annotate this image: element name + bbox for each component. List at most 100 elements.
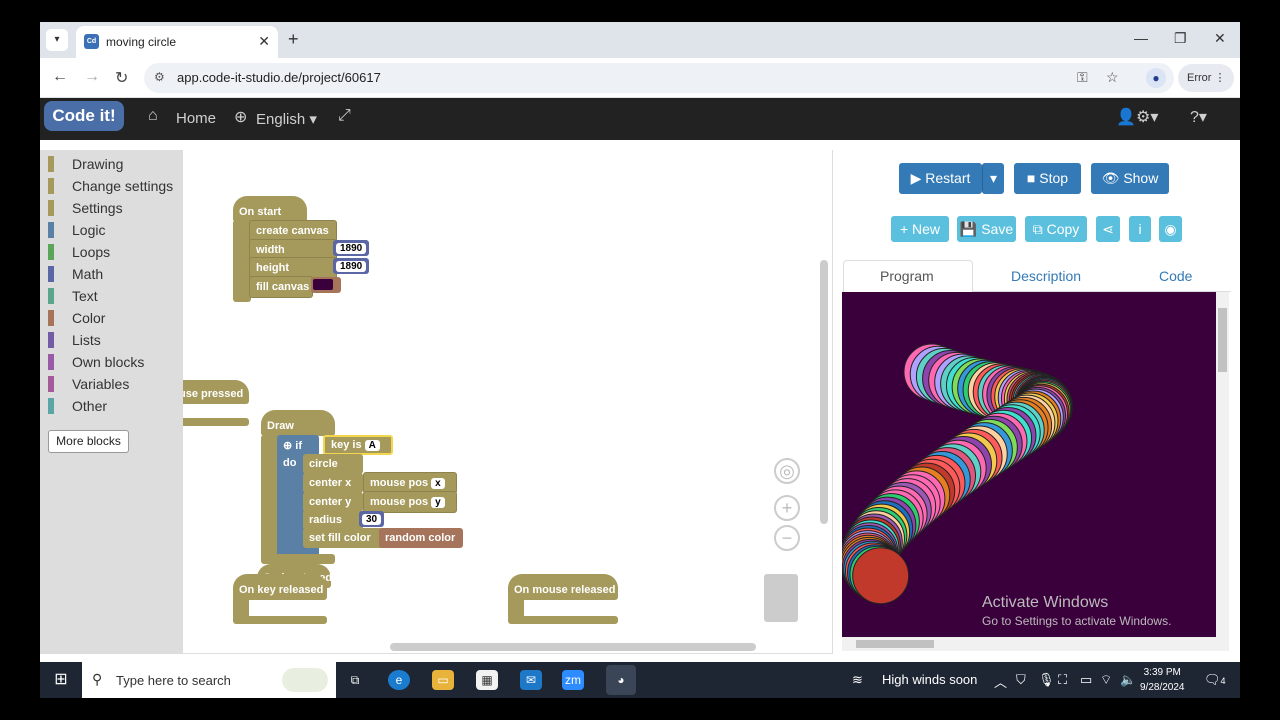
zoom-out-icon[interactable]: − (774, 525, 800, 551)
share-icon[interactable]: ⋖ (1096, 216, 1120, 242)
mouse-pos-y-block[interactable]: mouse pos y (363, 491, 457, 513)
browser-tab[interactable]: Cd moving circle ✕ (76, 26, 278, 58)
blockly-workspace[interactable]: On start create canvas width 1890 height… (183, 150, 833, 654)
code-it-logo[interactable]: Code it! (44, 101, 124, 131)
workspace-vertical-scrollbar[interactable] (820, 260, 828, 524)
reload-icon[interactable]: ↻ (115, 68, 128, 88)
help-icon[interactable]: ?▾ (1190, 107, 1207, 127)
battery-icon[interactable]: ▭ (1080, 672, 1092, 688)
search-placeholder[interactable]: Type here to search (116, 673, 231, 688)
more-blocks-button[interactable]: More blocks (48, 430, 129, 453)
tab-code[interactable]: Code (1159, 268, 1192, 284)
tab-search-chevron-icon[interactable]: ▾ (46, 29, 68, 51)
fill-color-block[interactable] (311, 277, 341, 293)
canvas-horizontal-scrollbar[interactable] (842, 637, 1229, 651)
nav-home[interactable]: Home (176, 110, 216, 127)
on-start-block[interactable]: On start (233, 196, 307, 222)
zoom-icon[interactable]: zm (562, 670, 584, 690)
height-value[interactable]: 1890 (336, 261, 367, 272)
home-icon[interactable]: ⌂ (148, 107, 158, 125)
weather-icon[interactable]: ≋ (852, 672, 863, 688)
key-dropdown[interactable]: A (364, 440, 380, 451)
back-icon[interactable]: ← (52, 68, 68, 86)
weather-text[interactable]: High winds soon (882, 672, 977, 687)
trash-icon[interactable] (764, 574, 798, 622)
restart-button[interactable]: ▶ Restart (899, 163, 982, 194)
task-view-icon[interactable]: ⧉ (344, 670, 366, 690)
chrome-icon[interactable]: ◕ (606, 665, 636, 695)
tab-description[interactable]: Description (1011, 268, 1081, 284)
microphone-icon[interactable]: 🎙 (1038, 672, 1055, 688)
stop-button[interactable]: ■ Stop (1014, 163, 1081, 194)
circle-block[interactable]: circle (303, 454, 363, 474)
edge-icon[interactable]: e (388, 670, 410, 690)
site-info-icon[interactable]: ⚙ (154, 70, 165, 84)
user-icon[interactable]: 👤 (1116, 107, 1136, 127)
tray-chevron-icon[interactable]: ︿ (994, 672, 1007, 691)
on-mouse-pressed-block[interactable]: use pressed (183, 380, 249, 404)
radius-value[interactable]: 30 (362, 514, 382, 525)
taskbar-clock[interactable]: 3:39 PM 9/28/2024 (1140, 665, 1185, 695)
fill-canvas-block[interactable]: fill canvas (249, 276, 313, 298)
store-icon[interactable]: ▦ (476, 670, 498, 690)
activate-title: Activate Windows (982, 594, 1109, 611)
circles-drawing (842, 343, 1073, 605)
windows-start-icon[interactable]: ⊞ (50, 670, 72, 690)
file-explorer-icon[interactable]: ▭ (432, 670, 454, 690)
set-fill-color-block[interactable]: set fill color (303, 528, 383, 548)
restore-icon[interactable]: ❐ (1174, 30, 1187, 47)
radius-value-block[interactable]: 30 (359, 511, 385, 527)
tab-program[interactable]: Program (880, 268, 934, 284)
new-button[interactable]: + New (891, 216, 949, 242)
recenter-icon[interactable]: ◎ (774, 458, 800, 484)
globe-icon[interactable]: ⊕ (234, 107, 247, 127)
key-released-foot (233, 616, 327, 624)
password-key-icon[interactable]: ⚿ (1077, 69, 1088, 86)
random-color-block[interactable]: random color (379, 528, 463, 548)
copy-button[interactable]: ⧉ Copy (1025, 216, 1087, 242)
taskbar-search[interactable]: ⚲ Type here to search (82, 662, 336, 698)
camera-icon[interactable]: ◉ (1159, 216, 1182, 242)
category-label: Lists (72, 332, 101, 348)
settings-gear-icon[interactable]: ⚙▾ (1136, 107, 1158, 127)
stop-label: Stop (1039, 170, 1069, 186)
volume-icon[interactable]: 🔈 (1120, 672, 1136, 688)
fill-color-swatch[interactable] (313, 279, 333, 290)
fullscreen-icon[interactable]: ⤢ (338, 107, 351, 125)
wifi-icon[interactable]: ⌔ (1100, 672, 1112, 688)
draw-block[interactable]: Draw (261, 410, 335, 436)
key-is-label: key is (331, 439, 362, 451)
forward-icon[interactable]: → (84, 68, 100, 86)
error-button[interactable]: Error ⋮ (1178, 64, 1234, 92)
notifications-icon[interactable]: 🗨4 (1204, 672, 1226, 688)
show-button[interactable]: 👁 Show (1091, 163, 1169, 194)
zoom-in-icon[interactable]: + (774, 495, 800, 521)
tray-shield-icon[interactable]: ⛉ (1016, 672, 1026, 688)
canvas-vertical-scrollbar[interactable] (1216, 292, 1229, 637)
nav-language[interactable]: English ▾ (256, 110, 317, 128)
bookmark-star-icon[interactable]: ☆ (1106, 69, 1119, 86)
mutator-plus-icon[interactable]: ⊕ (283, 440, 292, 452)
close-window-icon[interactable]: ✕ (1214, 30, 1226, 47)
width-value[interactable]: 1890 (336, 243, 367, 254)
restart-dropdown-caret-icon[interactable]: ▾ (982, 163, 1004, 194)
mouse-pos-x-dropdown[interactable]: x (431, 478, 445, 489)
mail-icon[interactable]: ✉ (520, 670, 542, 690)
new-tab-icon[interactable]: + (288, 29, 299, 50)
minimize-icon[interactable]: — (1134, 30, 1148, 46)
tab-close-icon[interactable]: ✕ (258, 33, 270, 50)
category-label: Logic (72, 222, 106, 238)
mouse-pos-y-dropdown[interactable]: y (431, 497, 445, 508)
url-text[interactable]: app.code-it-studio.de/project/60617 (177, 70, 381, 85)
address-bar[interactable]: ⚙ app.code-it-studio.de/project/60617 ⚿ … (144, 63, 1174, 93)
height-value-block[interactable]: 1890 (333, 258, 370, 274)
profile-icon[interactable]: ● (1146, 68, 1166, 88)
program-output-canvas[interactable] (842, 292, 1216, 637)
key-is-block[interactable]: key is A (323, 435, 393, 455)
info-icon[interactable]: i (1129, 216, 1151, 242)
camera-tray-icon[interactable]: ⛶ (1058, 672, 1067, 688)
on-mouse-released-block[interactable]: On mouse released (508, 574, 618, 600)
save-button[interactable]: 💾 Save (957, 216, 1016, 242)
workspace-horizontal-scrollbar[interactable] (390, 643, 756, 651)
width-value-block[interactable]: 1890 (333, 240, 370, 256)
